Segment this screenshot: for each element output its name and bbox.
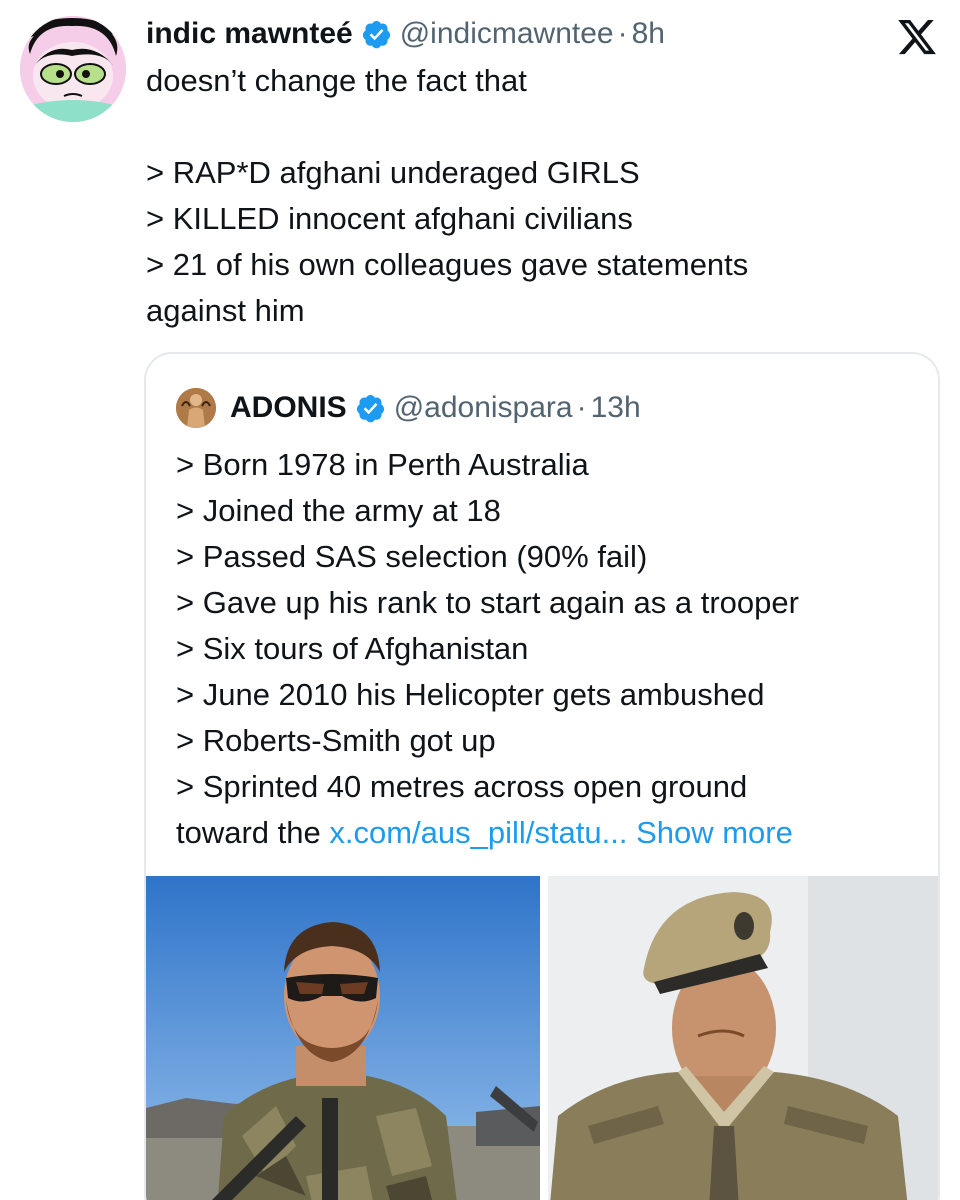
tweet-line: > RAP*D afghani underaged GIRLS bbox=[146, 155, 640, 190]
separator-dot: · bbox=[617, 17, 628, 50]
tweet-line: doesn’t change the fact that bbox=[146, 63, 527, 98]
tweet-line: > 21 of his own colleagues gave statemen… bbox=[146, 247, 749, 282]
photo-soldier-field[interactable] bbox=[146, 876, 540, 1200]
quote-author-avatar[interactable] bbox=[176, 388, 216, 428]
quote-line: > Born 1978 in Perth Australia bbox=[176, 447, 589, 482]
verified-badge-icon bbox=[355, 393, 386, 424]
author-handle[interactable]: @indicmawntee bbox=[400, 17, 614, 51]
tweet-line: against him bbox=[146, 293, 305, 328]
quote-line: > Six tours of Afghanistan bbox=[176, 631, 529, 666]
quote-timestamp[interactable]: 13h bbox=[591, 391, 641, 425]
tweet-text: doesn’t change the fact that > RAP*D afg… bbox=[146, 58, 926, 334]
author-avatar[interactable] bbox=[20, 16, 126, 122]
quote-link[interactable]: x.com/aus_pill/statu... bbox=[329, 815, 627, 850]
quote-author-handle[interactable]: @adonispara bbox=[394, 391, 573, 425]
quote-line: > Gave up his rank to start again as a t… bbox=[176, 585, 799, 620]
quoted-tweet-card[interactable]: ADONIS @adonispara · 13h > Born 1978 in … bbox=[144, 352, 940, 1200]
author-name[interactable]: indic mawnteé bbox=[146, 17, 353, 51]
tweet-timestamp[interactable]: 8h bbox=[632, 17, 665, 51]
quote-media bbox=[146, 876, 938, 1200]
quote-line: > Sprinted 40 metres across open ground bbox=[176, 769, 748, 804]
quote-line: > June 2010 his Helicopter gets ambushed bbox=[176, 677, 765, 712]
tweet-line: > KILLED innocent afghani civilians bbox=[146, 201, 633, 236]
separator-dot: · bbox=[576, 391, 587, 424]
show-more-link[interactable]: Show more bbox=[636, 815, 793, 850]
photo-soldier-uniform[interactable] bbox=[548, 876, 938, 1200]
quote-text: > Born 1978 in Perth Australia > Joined … bbox=[176, 442, 936, 856]
tweet-header: indic mawnteé @indicmawntee · 8h bbox=[146, 14, 665, 54]
x-logo-icon[interactable] bbox=[894, 16, 940, 58]
quote-line: > Joined the army at 18 bbox=[176, 493, 501, 528]
quote-line: > Roberts-Smith got up bbox=[176, 723, 496, 758]
quote-last-line: toward the x.com/aus_pill/statu... Show … bbox=[176, 810, 936, 856]
quote-header: ADONIS @adonispara · 13h bbox=[176, 388, 641, 428]
quote-line: > Passed SAS selection (90% fail) bbox=[176, 539, 648, 574]
quote-line-text: toward the bbox=[176, 815, 330, 850]
quote-author-name[interactable]: ADONIS bbox=[230, 391, 347, 425]
verified-badge-icon bbox=[361, 19, 392, 50]
